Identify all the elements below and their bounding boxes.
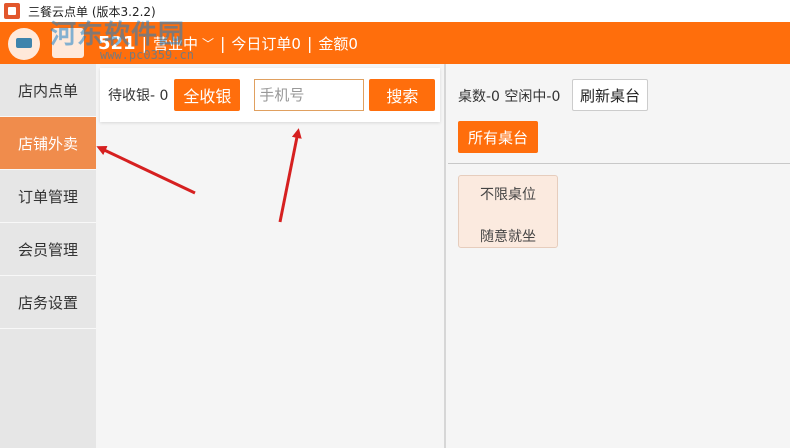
sidebar-item-orders[interactable]: 订单管理 — [0, 170, 96, 223]
phone-search-input[interactable] — [254, 79, 365, 111]
amount: 金额0 — [318, 34, 358, 53]
sidebar: 店内点单 店铺外卖 订单管理 会员管理 店务设置 — [0, 64, 96, 448]
sidebar-item-takeout[interactable]: 店铺外卖 — [0, 117, 96, 170]
chevron-down-icon: ﹀ — [201, 36, 214, 51]
sidebar-item-dine-in[interactable]: 店内点单 — [0, 64, 96, 117]
table-card[interactable]: 不限桌位 随意就坐 — [458, 175, 558, 248]
table-card-name: 不限桌位 — [480, 187, 536, 203]
sidebar-item-label: 店铺外卖 — [17, 134, 78, 153]
logo-circle-icon — [8, 28, 40, 60]
header-separator: | — [220, 33, 226, 53]
search-button[interactable]: 搜索 — [369, 79, 436, 111]
today-orders: 今日订单0 — [231, 34, 301, 53]
search-card: 待收银- 0 全收银 搜索 — [100, 68, 440, 122]
watermark: 河东软件园 — [50, 20, 186, 50]
sidebar-item-members[interactable]: 会员管理 — [0, 223, 96, 276]
header-separator: | — [306, 33, 313, 53]
table-stats: 桌数-0 空闲中-0 — [458, 89, 561, 105]
sidebar-item-label: 店内点单 — [17, 81, 78, 100]
all-tables-button[interactable]: 所有桌台 — [458, 121, 538, 153]
sidebar-item-label: 订单管理 — [17, 187, 78, 206]
all-cashier-button[interactable]: 全收银 — [174, 79, 241, 111]
refresh-tables-button[interactable]: 刷新桌台 — [572, 79, 648, 111]
app-icon — [4, 3, 20, 19]
sidebar-item-settings[interactable]: 店务设置 — [0, 276, 96, 329]
sidebar-item-label: 店务设置 — [17, 293, 78, 312]
divider — [448, 163, 790, 164]
sidebar-item-label: 会员管理 — [17, 240, 78, 259]
table-card-subtitle: 随意就坐 — [480, 229, 536, 245]
tables-panel: 桌数-0 空闲中-0 刷新桌台 所有桌台 不限桌位 随意就坐 — [448, 64, 790, 448]
order-panel: 待收银- 0 全收银 搜索 — [96, 64, 446, 448]
watermark-url: www.pc0359.cn — [100, 48, 194, 62]
pending-cashier-count: 待收银- 0 — [108, 88, 169, 104]
